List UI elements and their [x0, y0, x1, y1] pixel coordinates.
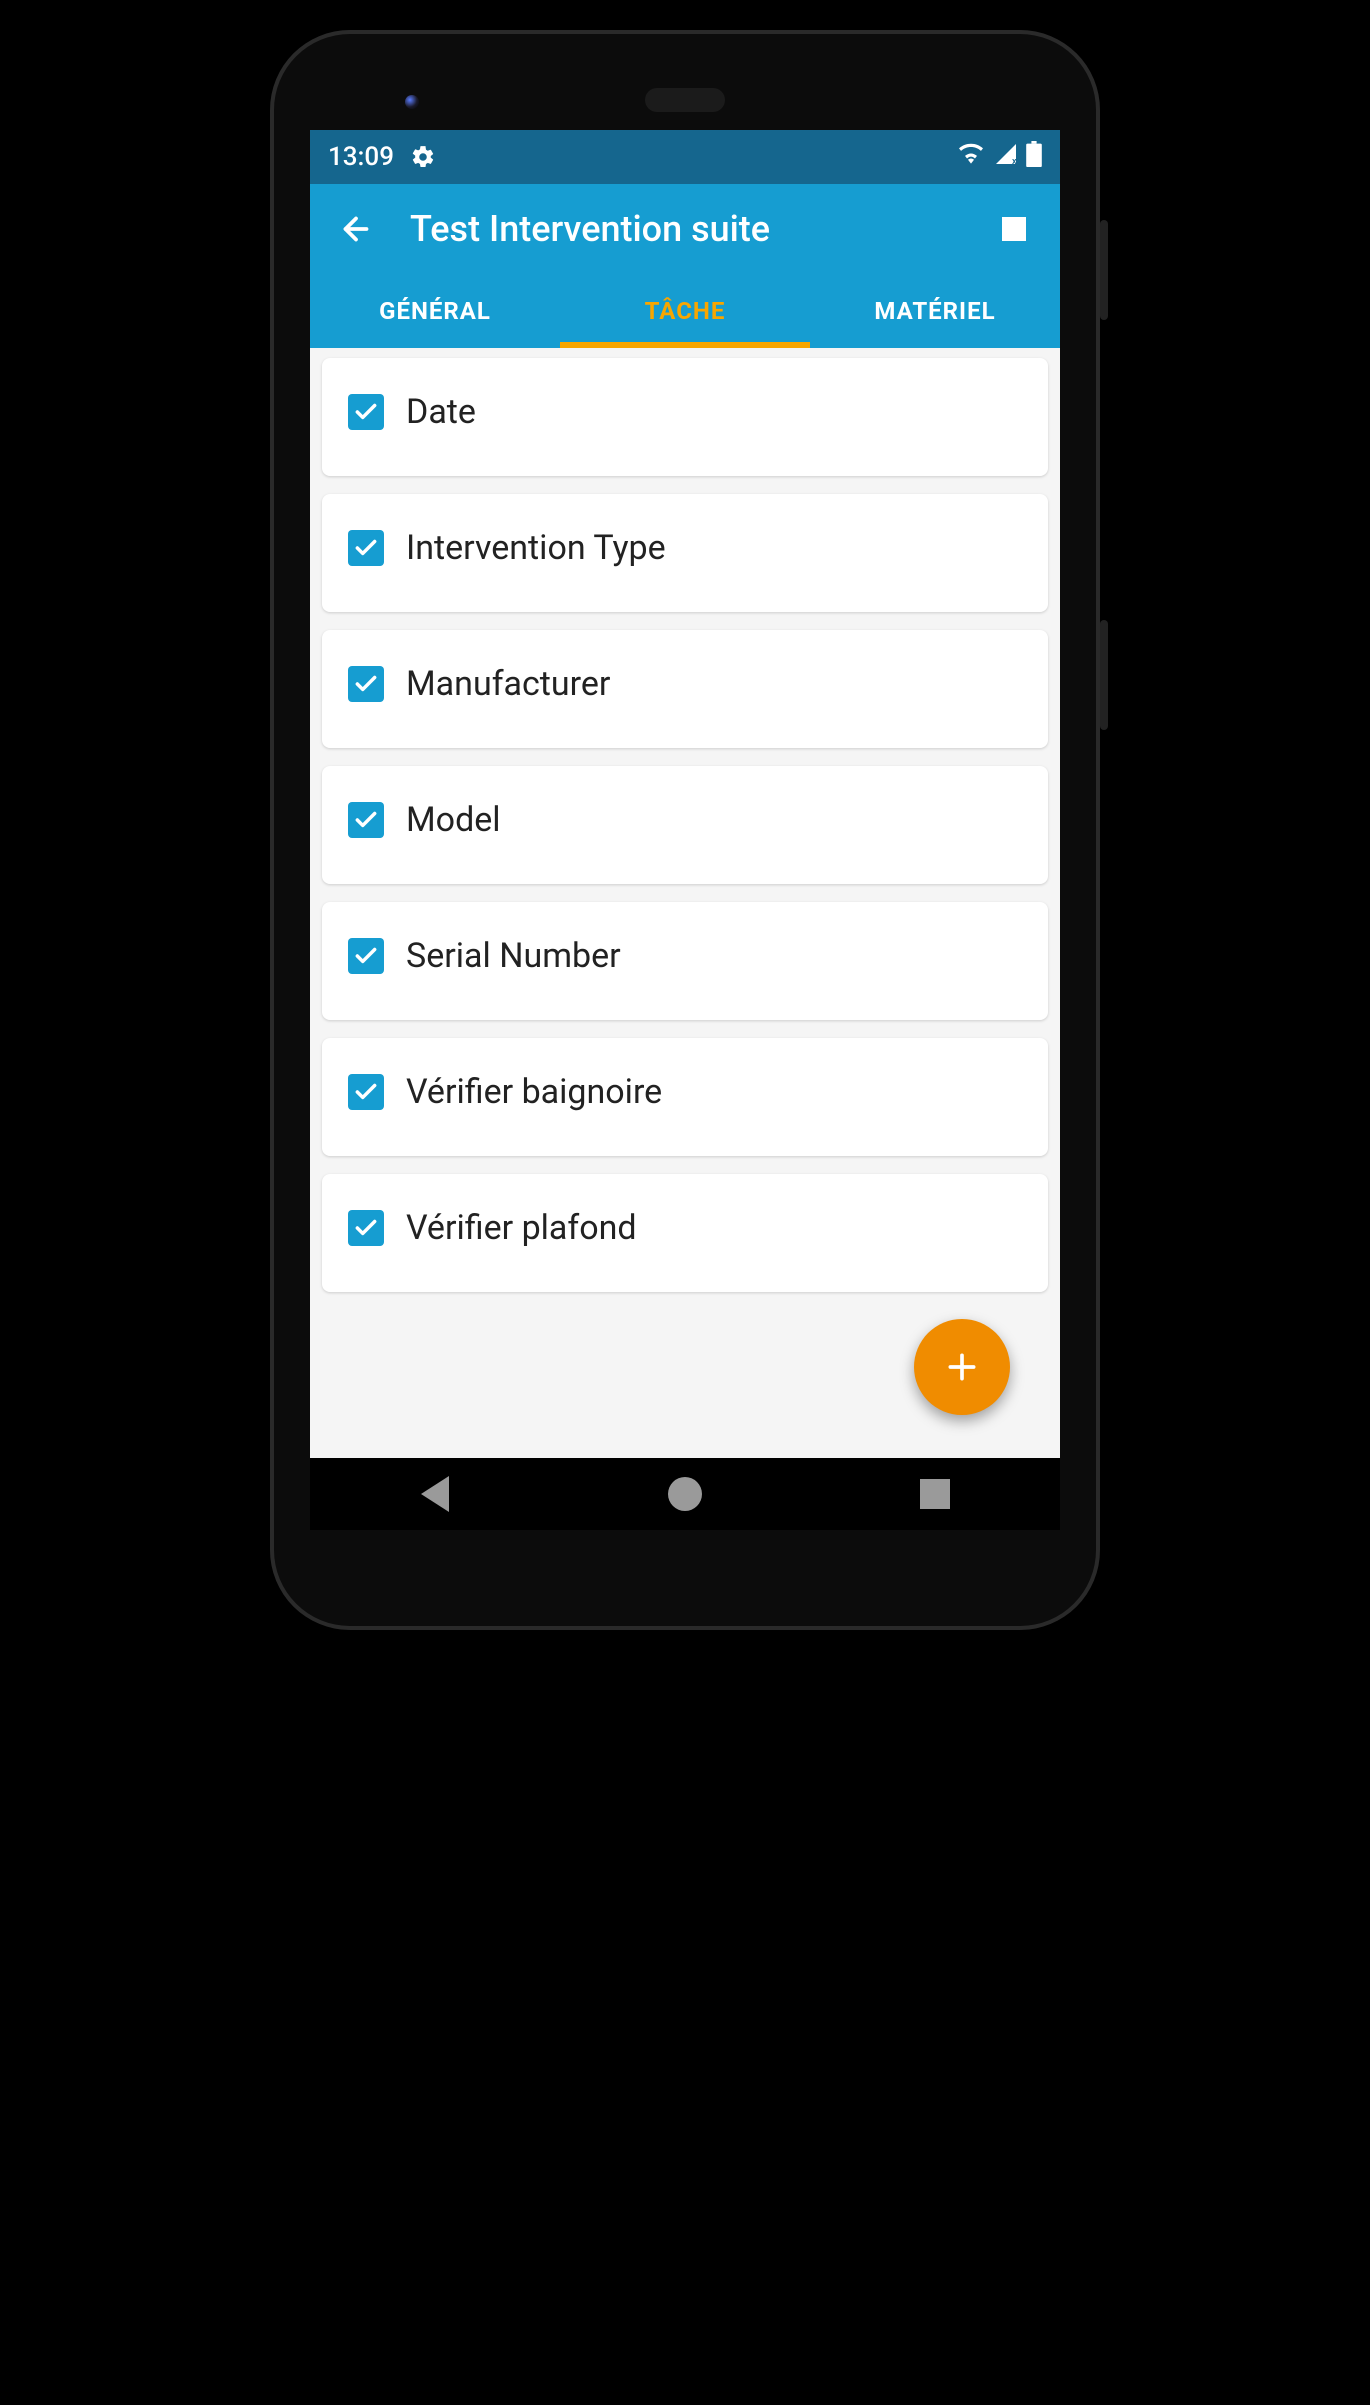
task-label: Intervention Type: [406, 528, 666, 568]
task-card[interactable]: Model: [322, 766, 1048, 884]
screen: 13:09 x Test Interventio: [310, 130, 1060, 1530]
cell-signal-icon: x: [994, 142, 1018, 173]
checkbox-icon[interactable]: [348, 530, 384, 566]
nav-recent-button[interactable]: [918, 1477, 952, 1511]
task-label: Model: [406, 800, 501, 840]
task-card[interactable]: Intervention Type: [322, 494, 1048, 612]
checkbox-icon[interactable]: [348, 666, 384, 702]
wifi-icon: [956, 142, 986, 173]
app-bar: Test Intervention suite: [310, 184, 1060, 274]
add-button[interactable]: [914, 1319, 1010, 1415]
square-recent-icon: [920, 1479, 950, 1509]
task-label: Manufacturer: [406, 664, 610, 704]
speaker-grille: [645, 88, 725, 112]
tab-tache[interactable]: TÂCHE: [560, 274, 810, 348]
android-nav-bar: [310, 1458, 1060, 1530]
nav-home-button[interactable]: [668, 1477, 702, 1511]
status-left: 13:09: [328, 142, 436, 172]
battery-icon: [1026, 141, 1042, 174]
task-label: Vérifier baignoire: [406, 1072, 662, 1112]
task-card[interactable]: Manufacturer: [322, 630, 1048, 748]
task-label: Date: [406, 392, 476, 432]
side-button-power: [1100, 220, 1108, 320]
gear-icon: [410, 144, 436, 170]
status-right: x: [956, 141, 1042, 174]
task-list[interactable]: Date Intervention Type Manufacturer Model Se…: [310, 348, 1060, 1458]
task-label: Vérifier plafond: [406, 1208, 637, 1248]
stop-icon[interactable]: [1002, 217, 1026, 241]
nav-back-button[interactable]: [418, 1477, 452, 1511]
checkbox-icon[interactable]: [348, 938, 384, 974]
status-time: 13:09: [328, 142, 394, 172]
tab-general[interactable]: GÉNÉRAL: [310, 274, 560, 348]
page-title: Test Intervention suite: [410, 208, 966, 250]
task-card[interactable]: Date: [322, 358, 1048, 476]
back-arrow-icon[interactable]: [338, 211, 374, 247]
camera-dot: [405, 95, 419, 109]
task-card[interactable]: Vérifier plafond: [322, 1174, 1048, 1292]
task-card[interactable]: Serial Number: [322, 902, 1048, 1020]
svg-text:x: x: [1012, 157, 1017, 166]
circle-home-icon: [668, 1477, 702, 1511]
triangle-back-icon: [421, 1476, 449, 1512]
task-card[interactable]: Vérifier baignoire: [322, 1038, 1048, 1156]
checkbox-icon[interactable]: [348, 394, 384, 430]
tab-bar: GÉNÉRAL TÂCHE MATÉRIEL: [310, 274, 1060, 348]
task-label: Serial Number: [406, 936, 621, 976]
checkbox-icon[interactable]: [348, 1074, 384, 1110]
phone-frame: 13:09 x Test Interventio: [270, 30, 1100, 1630]
checkbox-icon[interactable]: [348, 1210, 384, 1246]
checkbox-icon[interactable]: [348, 802, 384, 838]
tab-materiel[interactable]: MATÉRIEL: [810, 274, 1060, 348]
side-button-volume: [1100, 620, 1108, 730]
status-bar: 13:09 x: [310, 130, 1060, 184]
